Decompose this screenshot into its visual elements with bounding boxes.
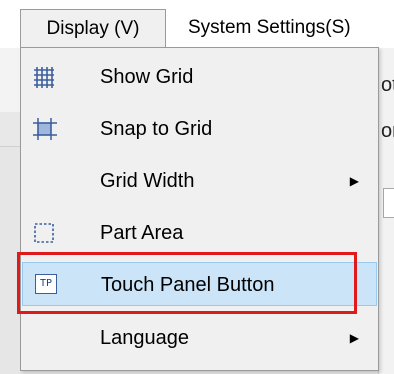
menu-item-label: Language: [100, 327, 189, 349]
submenu-arrow-icon: ▶: [349, 331, 359, 345]
display-dropdown-menu: Show Grid Snap to Grid Grid Width ▶ Part…: [20, 47, 379, 371]
menu-display[interactable]: Display (V): [20, 9, 166, 47]
part-area-icon: [32, 221, 56, 245]
background-box: [383, 188, 394, 218]
submenu-arrow-icon: ▶: [349, 174, 359, 188]
menu-item-language[interactable]: Language ▶: [22, 316, 377, 360]
menu-item-label: Show Grid: [100, 66, 194, 88]
menu-item-touch-panel-button[interactable]: TP Touch Panel Button: [22, 262, 377, 306]
menu-item-snap-to-grid[interactable]: Snap to Grid: [22, 107, 377, 151]
menu-system-settings[interactable]: System Settings(S): [166, 9, 394, 47]
touch-panel-icon: TP: [35, 274, 57, 294]
menu-item-show-grid[interactable]: Show Grid: [22, 55, 377, 99]
grid-icon: [32, 65, 56, 89]
menu-bar: Display (V) System Settings(S): [0, 0, 394, 48]
background-peek-text-2: or: [381, 120, 394, 142]
menu-item-part-area[interactable]: Part Area: [22, 211, 377, 255]
menu-item-label: Part Area: [100, 222, 184, 244]
menu-item-label: Touch Panel Button: [101, 274, 275, 296]
background-right-panel: ot or: [378, 48, 394, 374]
menu-item-grid-width[interactable]: Grid Width ▶: [22, 159, 377, 203]
menu-item-label: Snap to Grid: [100, 118, 213, 140]
menu-item-label: Grid Width: [100, 170, 195, 192]
background-peek-text: ot: [381, 74, 394, 96]
snap-grid-icon: [32, 117, 57, 141]
